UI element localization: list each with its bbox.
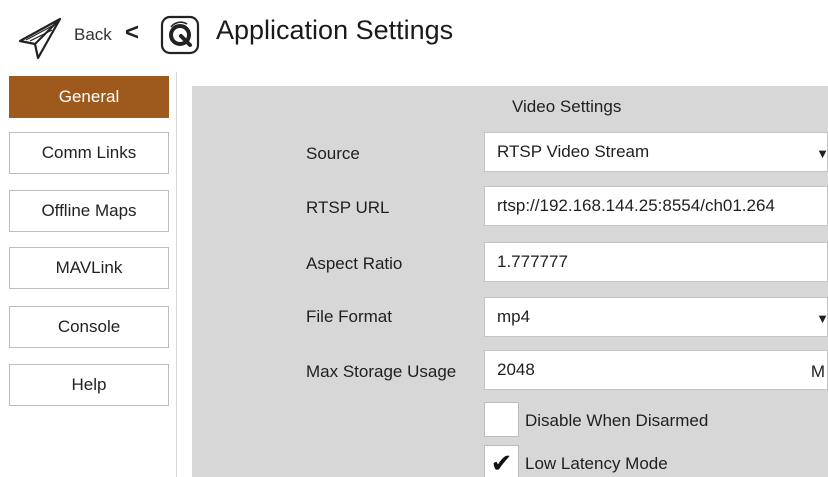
sidebar-divider	[176, 72, 177, 477]
header-bar: Back < Application Settings	[0, 0, 828, 72]
source-value: RTSP Video Stream	[497, 142, 650, 161]
low-latency-mode-checkbox[interactable]: ✔	[484, 445, 519, 477]
disable-when-disarmed-label: Disable When Disarmed	[525, 411, 709, 430]
sidebar-item-mavlink[interactable]: MAVLink	[9, 247, 169, 289]
back-button-label[interactable]: Back	[74, 25, 112, 45]
file-format-label: File Format	[306, 307, 392, 326]
settings-sidebar: General Comm Links Offline Maps MAVLink …	[0, 72, 180, 477]
sidebar-item-comm-links[interactable]: Comm Links	[9, 132, 169, 174]
paper-plane-icon[interactable]	[16, 14, 64, 62]
file-format-value: mp4	[497, 307, 531, 326]
rtsp-url-input[interactable]: rtsp://192.168.144.25:8554/ch01.264	[484, 186, 828, 226]
checkmark-icon: ✔	[490, 447, 513, 477]
application-settings-window: Back < Application Settings General Comm…	[0, 0, 828, 477]
sidebar-item-general[interactable]: General	[9, 76, 169, 118]
rtsp-url-value: rtsp://192.168.144.25:8554/ch01.264	[497, 196, 775, 215]
rtsp-url-label: RTSP URL	[306, 198, 390, 217]
aspect-ratio-input[interactable]: 1.777777	[484, 242, 828, 282]
source-label: Source	[306, 144, 360, 163]
aspect-ratio-value: 1.777777	[497, 252, 568, 271]
chevron-down-icon: ▼	[816, 146, 828, 161]
sidebar-item-console[interactable]: Console	[9, 306, 169, 348]
sidebar-item-offline-maps[interactable]: Offline Maps	[9, 190, 169, 232]
sidebar-item-help[interactable]: Help	[9, 364, 169, 406]
back-chevron-icon[interactable]: <	[125, 19, 139, 47]
disable-when-disarmed-checkbox[interactable]	[484, 402, 519, 437]
chevron-down-icon: ▼	[816, 311, 828, 326]
storage-unit-label: M	[810, 362, 825, 381]
aspect-ratio-label: Aspect Ratio	[306, 254, 403, 273]
page-title: Application Settings	[216, 15, 454, 45]
max-storage-label: Max Storage Usage	[306, 362, 457, 381]
section-title: Video Settings	[512, 97, 622, 116]
qgc-logo-icon	[160, 15, 200, 55]
source-dropdown[interactable]: RTSP Video Stream ▼	[484, 132, 828, 172]
max-storage-input[interactable]: 2048 M	[484, 350, 828, 390]
low-latency-mode-label: Low Latency Mode	[525, 454, 668, 473]
video-settings-panel: Video Settings Source RTSP Video Stream …	[192, 86, 828, 477]
max-storage-value: 2048	[497, 360, 535, 379]
file-format-dropdown[interactable]: mp4 ▼	[484, 297, 828, 337]
